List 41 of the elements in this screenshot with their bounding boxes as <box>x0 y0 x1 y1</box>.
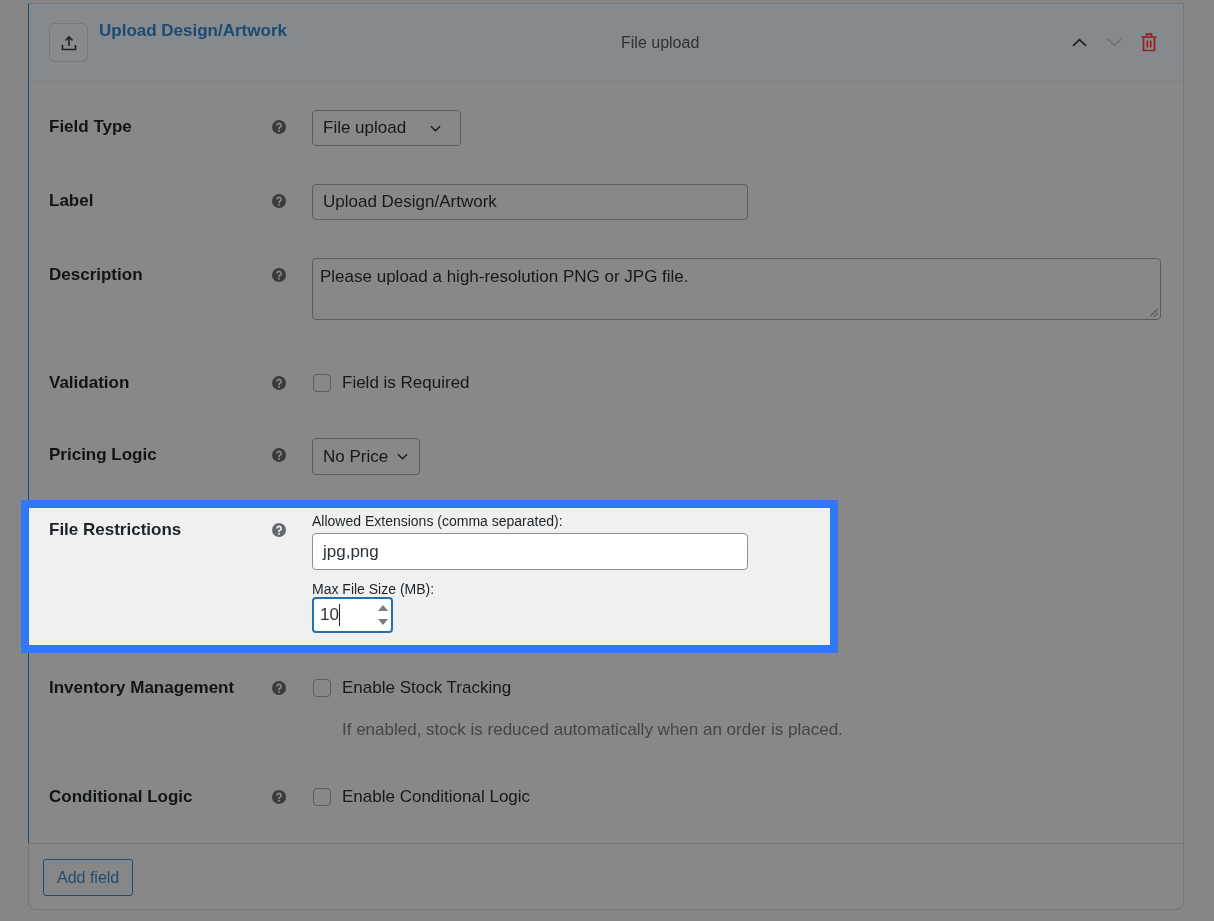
help-icon[interactable] <box>272 376 286 390</box>
help-icon[interactable] <box>272 194 286 208</box>
checkbox[interactable] <box>313 374 331 392</box>
setting-label: Description <box>49 264 144 286</box>
setting-label: Pricing Logic <box>49 444 158 466</box>
text-input[interactable]: Upload Design/Artwork <box>312 184 748 220</box>
setting-label: File Restrictions <box>49 519 183 541</box>
setting-label: Conditional Logic <box>49 786 194 808</box>
checkbox-label[interactable]: Enable Conditional Logic <box>342 787 531 807</box>
help-icon[interactable] <box>272 120 286 134</box>
help-icon[interactable] <box>272 523 286 537</box>
help-icon[interactable] <box>272 681 286 695</box>
setting-label: Validation <box>49 372 131 394</box>
textarea-field[interactable]: Please upload a high-resolution PNG or JPG file. <box>312 258 1161 320</box>
trash-icon <box>1141 33 1157 52</box>
chevron-up-icon <box>1071 38 1087 47</box>
chevron-down-icon <box>430 124 441 132</box>
help-text: If enabled, stock is reduced automatically when an order is placed. <box>342 719 843 741</box>
help-icon[interactable] <box>272 790 286 804</box>
setting-label: Label <box>49 190 95 212</box>
checkbox[interactable] <box>313 788 331 806</box>
upload-icon <box>49 23 88 62</box>
dropdown-select[interactable]: File upload <box>312 110 461 146</box>
checkbox-label[interactable]: Field is Required <box>342 373 470 393</box>
chevron-down-icon <box>1106 38 1122 47</box>
field-caption: Max File Size (MB): <box>312 581 435 597</box>
setting-label: Inventory Management <box>49 677 236 699</box>
add-field-button[interactable]: Add field <box>43 859 134 896</box>
help-icon[interactable] <box>272 268 286 282</box>
checkbox[interactable] <box>313 679 331 697</box>
setting-label: Field Type <box>49 116 133 138</box>
field-type-label: File upload <box>621 33 701 52</box>
text-input[interactable]: jpg,png <box>312 533 748 570</box>
field-title: Upload Design/Artwork <box>99 23 288 39</box>
field-caption: Allowed Extensions (comma separated): <box>312 513 563 529</box>
dropdown-select[interactable]: No Price <box>312 438 421 475</box>
chevron-down-icon <box>397 453 409 460</box>
help-icon[interactable] <box>272 448 286 462</box>
resize-grip-icon[interactable] <box>1149 308 1158 317</box>
number-input[interactable]: 10 <box>312 597 393 633</box>
checkbox-label[interactable]: Enable Stock Tracking <box>342 678 512 698</box>
